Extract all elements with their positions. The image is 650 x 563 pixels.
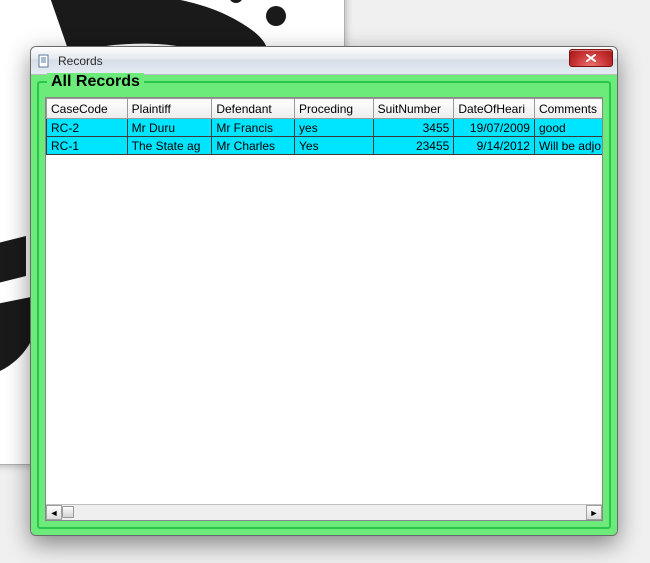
titlebar[interactable]: Records [31, 47, 617, 75]
table-row[interactable]: RC-2Mr DuruMr Francisyes345519/07/2009go… [47, 119, 604, 137]
table-cell[interactable]: 19/07/2009 [454, 119, 535, 137]
column-header[interactable]: Proceding [295, 99, 374, 119]
table-cell[interactable]: 23455 [373, 137, 454, 155]
horizontal-scrollbar[interactable]: ◄ ► [46, 504, 602, 520]
column-header[interactable]: Plaintiff [127, 99, 212, 119]
table-cell[interactable]: Mr Charles [212, 137, 295, 155]
table-cell[interactable]: Mr Duru [127, 119, 212, 137]
table-row[interactable]: RC-1The State agMr CharlesYes234559/14/2… [47, 137, 604, 155]
records-grid[interactable]: CaseCodePlaintiffDefendantProcedingSuitN… [45, 97, 603, 521]
column-header[interactable]: SuitNumber [373, 99, 454, 119]
scroll-thumb[interactable] [62, 506, 74, 518]
table-cell[interactable]: good [534, 119, 603, 137]
table-cell[interactable]: yes [295, 119, 374, 137]
scroll-track[interactable] [62, 505, 586, 520]
window-icon [37, 53, 53, 69]
column-header[interactable]: DateOfHeari [454, 99, 535, 119]
table-cell[interactable]: The State ag [127, 137, 212, 155]
column-header[interactable]: Comments [534, 99, 603, 119]
close-icon [585, 53, 597, 63]
column-header[interactable]: Defendant [212, 99, 295, 119]
scroll-left-button[interactable]: ◄ [46, 505, 62, 520]
panel-legend: All Records [47, 73, 144, 91]
table-cell[interactable]: RC-2 [47, 119, 128, 137]
client-area: All Records CaseCodePlaintiffDefendantPr… [31, 75, 617, 535]
table-cell[interactable]: Yes [295, 137, 374, 155]
table-cell[interactable]: Will be adjo [534, 137, 603, 155]
column-header[interactable]: CaseCode [47, 99, 128, 119]
all-records-panel: All Records CaseCodePlaintiffDefendantPr… [37, 81, 611, 529]
records-window: Records All Records CaseCodePlaintiffDef… [30, 46, 618, 536]
table-cell[interactable]: RC-1 [47, 137, 128, 155]
table-cell[interactable]: 9/14/2012 [454, 137, 535, 155]
scroll-right-button[interactable]: ► [586, 505, 602, 520]
table-cell[interactable]: 3455 [373, 119, 454, 137]
close-button[interactable] [569, 49, 613, 67]
table-cell[interactable]: Mr Francis [212, 119, 295, 137]
window-title: Records [58, 54, 103, 68]
